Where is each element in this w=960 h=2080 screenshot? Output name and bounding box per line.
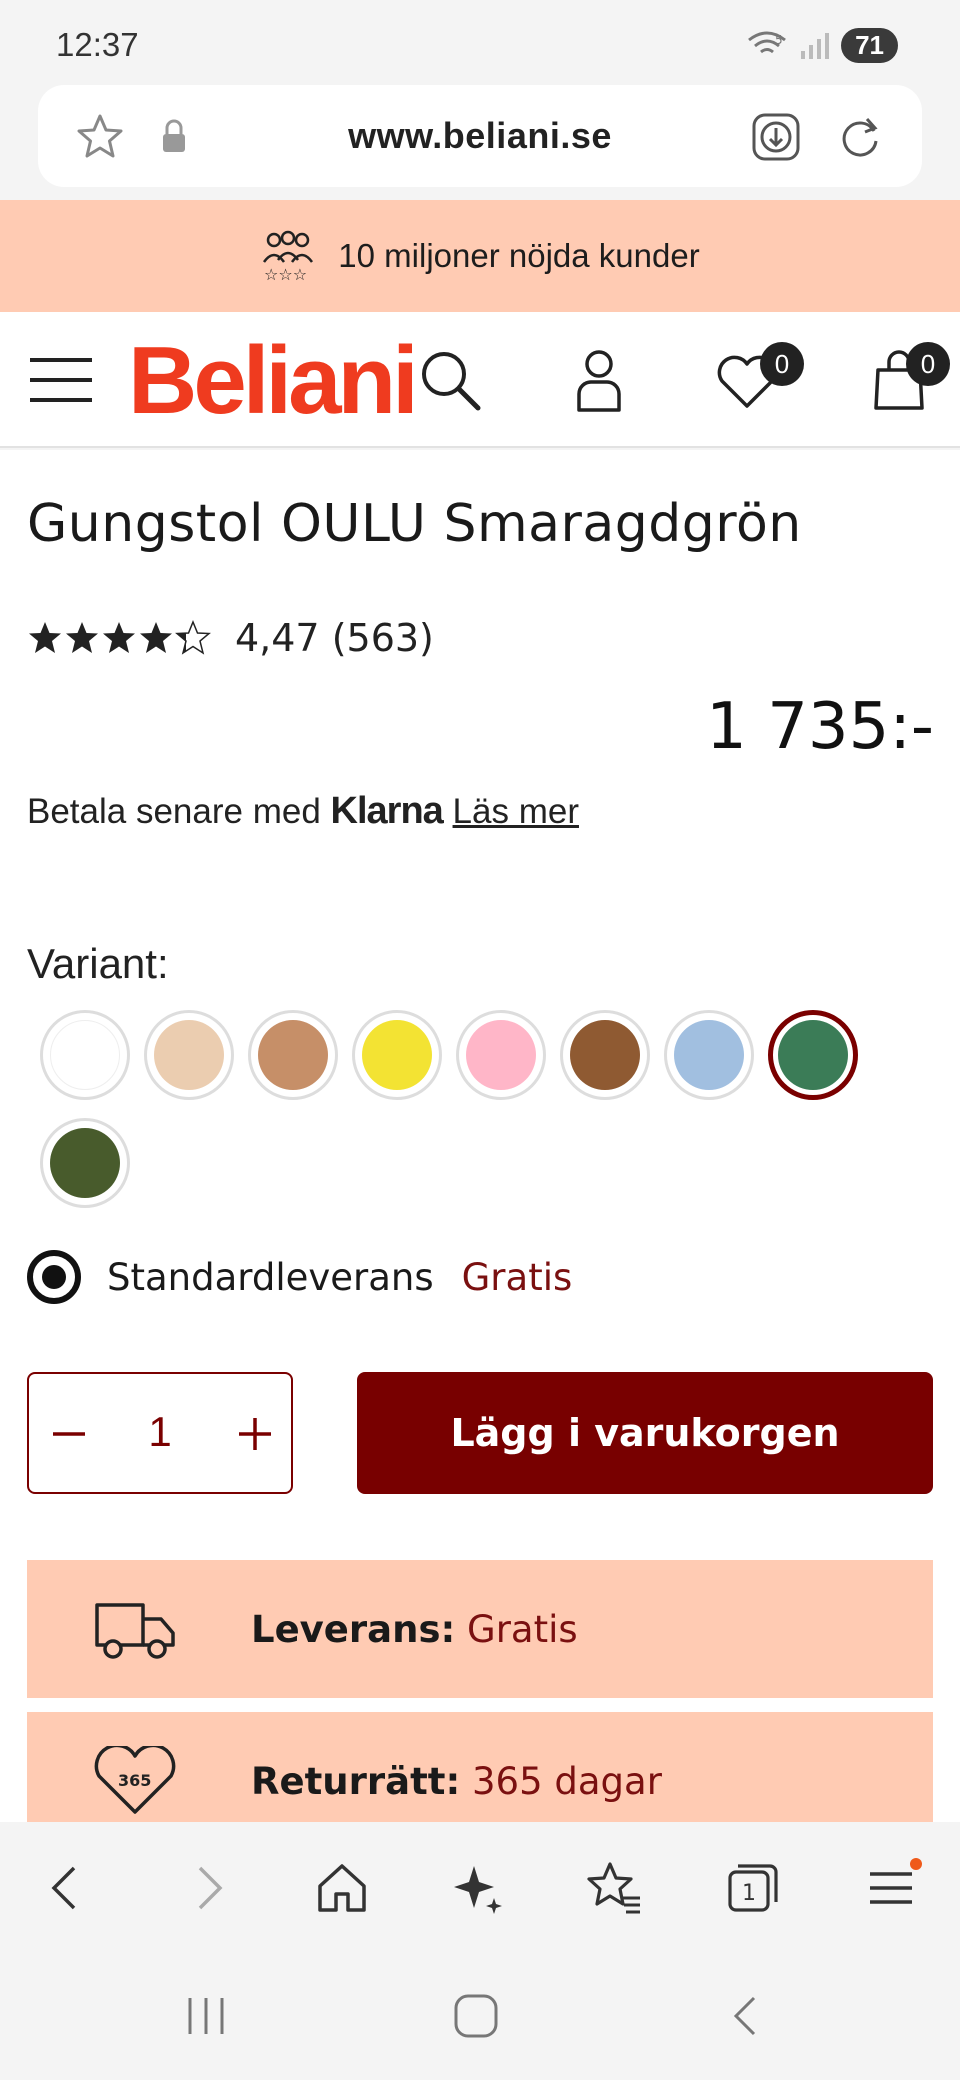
recent-apps-icon[interactable]: [184, 1994, 228, 2038]
info-returns-text: Returrätt: 365 dagar: [251, 1760, 662, 1803]
variant-swatch-white[interactable]: [40, 1010, 130, 1100]
product-rating[interactable]: 4,47 (563): [27, 616, 434, 660]
product-content: Gungstol OULU Smaragdgrön 4,47 (563) 1 7…: [0, 450, 960, 1822]
heart-365-icon: 365: [94, 1746, 176, 1814]
quantity-stepper: 1: [27, 1372, 293, 1494]
variant-swatch-emerald-green[interactable]: [768, 1010, 858, 1100]
swatch-color: [50, 1020, 120, 1090]
delivery-option[interactable]: Standardleverans Gratis: [27, 1250, 572, 1304]
klarna-brand: Klarna: [330, 790, 444, 832]
status-bar: 12:37 5 71: [0, 0, 960, 86]
ai-sparkle-icon[interactable]: [448, 1858, 508, 1918]
back-icon[interactable]: [36, 1858, 96, 1918]
account-icon[interactable]: [574, 348, 624, 412]
info-delivery-value: Gratis: [467, 1607, 578, 1651]
truck-icon: [95, 1603, 175, 1659]
delivery-option-label: Standardleverans: [107, 1255, 434, 1299]
download-icon[interactable]: [750, 111, 802, 163]
home-button-icon[interactable]: [452, 1992, 500, 2040]
wifi-icon: 5: [748, 31, 786, 53]
klarna-line: Betala senare med Klarna Läs mer: [27, 790, 579, 833]
system-back-icon[interactable]: [724, 1994, 768, 2038]
promo-text: 10 miljoner nöjda kunder: [338, 237, 700, 274]
system-nav-bar: [0, 1954, 960, 2080]
delivery-radio[interactable]: [27, 1250, 81, 1304]
status-time: 12:37: [56, 26, 139, 63]
hamburger-menu-icon[interactable]: [30, 352, 94, 408]
star-rating-icon: [29, 621, 210, 654]
swatch-color: [674, 1020, 744, 1090]
happy-customers-icon: ☆☆☆: [263, 230, 314, 284]
reload-icon[interactable]: [834, 111, 886, 163]
menu-icon[interactable]: [862, 1858, 922, 1918]
swatch-color: [154, 1020, 224, 1090]
wishlist-count-badge: 0: [760, 342, 804, 386]
home-icon[interactable]: [312, 1858, 372, 1918]
battery-indicator: 71: [841, 28, 898, 63]
cart-count-badge: 0: [906, 342, 950, 386]
url-bar[interactable]: www.beliani.se: [38, 85, 922, 187]
plus-icon[interactable]: [225, 1404, 285, 1464]
variant-swatch-light-blue[interactable]: [664, 1010, 754, 1100]
rating-text[interactable]: 4,47 (563): [235, 616, 434, 660]
swatch-color: [50, 1128, 120, 1198]
info-returns-label: Returrätt:: [251, 1759, 461, 1803]
search-icon[interactable]: [418, 348, 482, 412]
variant-swatch-pink[interactable]: [456, 1010, 546, 1100]
info-returns-value: 365 dagar: [472, 1759, 662, 1803]
variant-swatch-yellow[interactable]: [352, 1010, 442, 1100]
swatch-color: [778, 1020, 848, 1090]
delivery-option-price: Gratis: [461, 1255, 573, 1299]
swatch-color: [362, 1020, 432, 1090]
variant-label: Variant:: [27, 940, 169, 987]
bookmarks-icon[interactable]: [584, 1858, 644, 1918]
svg-text:☆☆☆: ☆☆☆: [264, 265, 307, 284]
variant-swatch-tan[interactable]: [248, 1010, 338, 1100]
info-delivery-text: Leverans: Gratis: [251, 1608, 578, 1651]
info-returns: 365 Returrätt: 365 dagar: [27, 1712, 933, 1822]
signal-icon: [801, 32, 830, 59]
product-title: Gungstol OULU Smaragdgrön: [27, 494, 802, 554]
product-price: 1 735:-: [706, 690, 934, 764]
swatch-color: [258, 1020, 328, 1090]
status-icons: 5 71: [747, 28, 898, 63]
browser-bottom-nav: 1: [0, 1822, 960, 1954]
info-delivery: Leverans: Gratis: [27, 1560, 933, 1698]
klarna-read-more-link[interactable]: Läs mer: [453, 792, 579, 831]
info-delivery-label: Leverans:: [251, 1607, 456, 1651]
svg-text:5: 5: [775, 33, 783, 47]
variant-swatch-dark-green[interactable]: [40, 1118, 130, 1208]
promo-banner: ☆☆☆ 10 miljoner nöjda kunder: [0, 200, 960, 312]
variant-swatch-beige[interactable]: [144, 1010, 234, 1100]
site-header: Beliani 0 0: [0, 312, 960, 448]
tabs-icon[interactable]: 1: [722, 1858, 782, 1918]
swatch-color: [466, 1020, 536, 1090]
svg-text:365: 365: [118, 1771, 151, 1790]
klarna-prefix: Betala senare med: [27, 792, 321, 831]
add-to-cart-button[interactable]: Lägg i varukorgen: [357, 1372, 933, 1494]
variant-swatch-brown[interactable]: [560, 1010, 650, 1100]
svg-text:1: 1: [742, 1881, 756, 1906]
forward-icon[interactable]: [178, 1858, 238, 1918]
beliani-logo[interactable]: Beliani: [128, 326, 419, 436]
swatch-color: [570, 1020, 640, 1090]
